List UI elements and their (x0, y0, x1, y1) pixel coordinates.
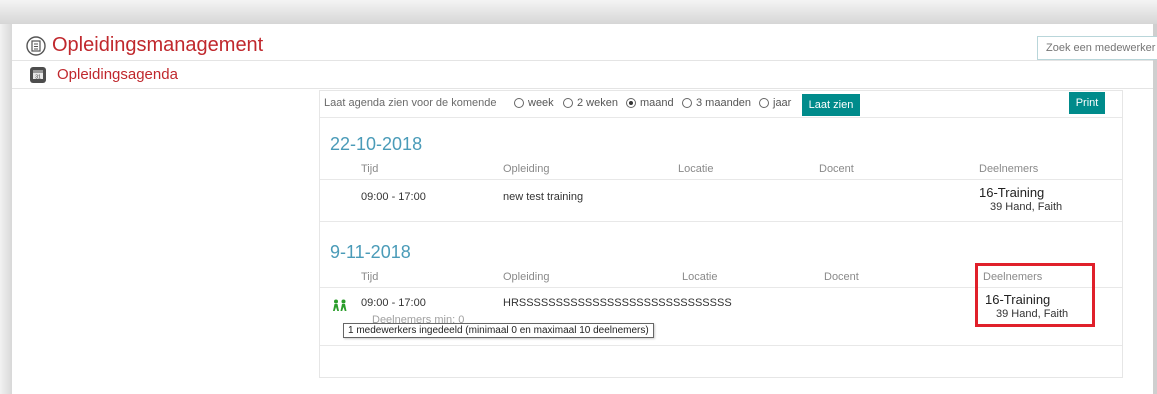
session-training: new test training (503, 191, 584, 203)
svg-text:31: 31 (35, 75, 41, 81)
divider (320, 221, 1122, 222)
window-frame-left (0, 24, 12, 394)
radio-circle[interactable] (759, 98, 769, 108)
section-header: 31 Opleidingsagenda (12, 62, 1153, 89)
radio-label: maand (640, 97, 674, 109)
radio-circle[interactable] (514, 98, 524, 108)
radio-2-weken[interactable]: 2 weken (563, 97, 618, 109)
radio-maand[interactable]: maand (626, 97, 674, 109)
column-header-teacher: Docent (824, 271, 859, 283)
column-header-training: Opleiding (503, 271, 550, 283)
page-title: Opleidingsmanagement (52, 34, 264, 56)
people-icon[interactable] (332, 299, 348, 311)
section-title: Opleidingsagenda (57, 66, 178, 83)
radio-label: 2 weken (577, 97, 618, 109)
show-button[interactable]: Laat zien (802, 94, 860, 116)
column-header-location: Locatie (678, 163, 714, 175)
radio-circle[interactable] (682, 98, 692, 108)
agenda-filter: Laat agenda zien voor de komende week 2 … (320, 91, 1122, 118)
page-header: Opleidingsmanagement (12, 28, 1157, 61)
participant-group: 16-Training (979, 185, 1045, 200)
document-icon (26, 36, 46, 56)
divider (320, 179, 1122, 180)
radio-circle[interactable] (563, 98, 573, 108)
column-header-training: Opleiding (503, 163, 550, 175)
print-button[interactable]: Print (1069, 92, 1105, 114)
radio-jaar[interactable]: jaar (759, 97, 791, 109)
divider (320, 345, 1122, 346)
column-header-location: Locatie (682, 271, 718, 283)
filter-label: Laat agenda zien voor de komende (324, 97, 497, 109)
participants-tooltip: 1 medewerkers ingedeeld (minimaal 0 en m… (343, 323, 654, 338)
session-time: 09:00 - 17:00 (361, 191, 426, 203)
search-employee-input[interactable] (1037, 36, 1157, 60)
window-frame-top (0, 0, 1157, 24)
session-date: 22-10-2018 (330, 134, 423, 154)
radio-label: jaar (773, 97, 792, 109)
column-header-time: Tijd (361, 163, 379, 175)
calendar-book-icon: 31 (30, 67, 46, 83)
highlight-box (975, 263, 1095, 327)
radio-label: 3 maanden (696, 97, 752, 109)
radio-week[interactable]: week (514, 97, 554, 109)
session-date: 9-11-2018 (330, 242, 411, 262)
radio-3-maanden[interactable]: 3 maanden (682, 97, 751, 109)
session-training: HRSSSSSSSSSSSSSSSSSSSSSSSSSSSSS (503, 297, 732, 309)
page: Opleidingsmanagement 31 Opleidingsagenda… (12, 24, 1157, 394)
session-time: 09:00 - 17:00 (361, 297, 426, 309)
participant-name: 39 Hand, Faith (990, 201, 1063, 213)
column-header-participants: Deelnemers (979, 163, 1039, 175)
window-frame-right (1153, 24, 1157, 394)
column-header-teacher: Docent (819, 163, 854, 175)
radio-label: week (528, 97, 554, 109)
radio-circle[interactable] (626, 98, 636, 108)
column-header-time: Tijd (361, 271, 379, 283)
